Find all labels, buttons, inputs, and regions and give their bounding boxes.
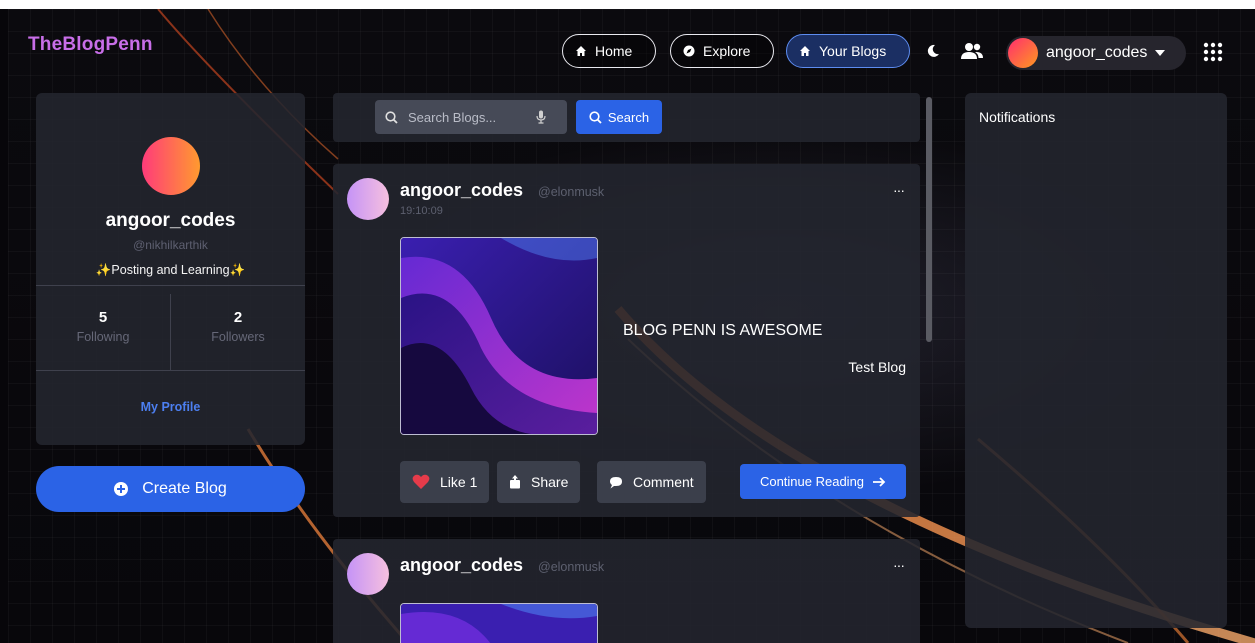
search-input[interactable] xyxy=(406,108,528,126)
profile-avatar xyxy=(142,137,200,195)
like-button[interactable]: Like 1 xyxy=(400,461,490,503)
post-subtitle: Test Blog xyxy=(848,359,906,375)
arrow-right-icon xyxy=(873,476,886,487)
more-options-icon[interactable]: ··· xyxy=(893,182,905,198)
profile-card: angoor_codes @nikhilkarthik ✨Posting and… xyxy=(36,93,305,445)
author-handle: @elonmusk xyxy=(538,185,605,199)
nav-explore-button[interactable]: Explore xyxy=(670,34,774,68)
nav-home-label: Home xyxy=(595,43,633,59)
profile-handle: @nikhilkarthik xyxy=(133,238,208,252)
search-icon xyxy=(385,110,398,124)
app-frame: TheBlogPenn Home Explore Your Blogs ango… xyxy=(8,9,1255,643)
user-menu-button[interactable]: angoor_codes xyxy=(1006,36,1186,70)
create-blog-button[interactable]: Create Blog xyxy=(36,466,305,512)
abstract-wave-image xyxy=(401,238,597,434)
search-button[interactable]: Search xyxy=(576,100,662,134)
like-label: Like 1 xyxy=(440,474,478,490)
share-label: Share xyxy=(531,474,569,490)
followers-stat[interactable]: 2 Followers xyxy=(171,309,305,344)
home-icon xyxy=(800,46,810,56)
post-image[interactable] xyxy=(400,603,598,643)
author-handle: @elonmusk xyxy=(538,560,605,574)
nav-explore-label: Explore xyxy=(703,43,751,59)
blog-post-card: angoor_codes @elonmusk 19:10:09 ··· BLOG… xyxy=(333,164,920,517)
compass-icon xyxy=(683,45,695,57)
post-time: 19:10:09 xyxy=(400,205,443,217)
caret-down-icon xyxy=(1155,50,1166,56)
search-button-label: Search xyxy=(607,109,650,125)
followers-label: Followers xyxy=(211,330,265,344)
following-stat[interactable]: 5 Following xyxy=(36,309,170,344)
comment-label: Comment xyxy=(633,474,694,490)
heart-icon xyxy=(412,474,430,489)
create-blog-label: Create Blog xyxy=(142,480,227,497)
share-button[interactable]: Share xyxy=(497,461,581,503)
author-avatar[interactable] xyxy=(347,553,389,595)
nav-your-blogs-button[interactable]: Your Blogs xyxy=(786,34,910,68)
blog-post-card: angoor_codes @elonmusk ··· xyxy=(333,539,920,643)
browser-top-strip xyxy=(0,0,1255,9)
profile-bio: ✨Posting and Learning✨ xyxy=(95,263,246,277)
more-options-icon[interactable]: ··· xyxy=(893,557,905,573)
search-bar: Search xyxy=(333,93,920,142)
divider xyxy=(36,370,305,371)
apps-grid-icon[interactable] xyxy=(1203,42,1223,62)
nav-your-blogs-label: Your Blogs xyxy=(819,43,887,59)
avatar xyxy=(1008,38,1038,68)
moon-icon[interactable] xyxy=(926,44,940,58)
author-name[interactable]: angoor_codes xyxy=(400,180,523,201)
user-menu-username: angoor_codes xyxy=(1046,44,1148,61)
notifications-title: Notifications xyxy=(979,109,1056,125)
share-icon xyxy=(510,475,520,489)
comment-icon xyxy=(610,476,622,488)
following-label: Following xyxy=(76,330,130,344)
followers-count: 2 xyxy=(233,309,243,326)
app-logo[interactable]: TheBlogPenn xyxy=(28,34,153,56)
comment-button[interactable]: Comment xyxy=(597,461,706,503)
continue-reading-label: Continue Reading xyxy=(759,474,865,489)
continue-reading-button[interactable]: Continue Reading xyxy=(740,464,906,499)
author-avatar[interactable] xyxy=(347,178,389,220)
my-profile-link[interactable]: My Profile xyxy=(36,400,305,414)
search-field[interactable] xyxy=(375,100,567,134)
profile-name: angoor_codes xyxy=(105,210,236,231)
following-count: 5 xyxy=(98,309,108,326)
feed-scrollbar[interactable] xyxy=(926,97,932,342)
notifications-panel: Notifications xyxy=(965,93,1227,628)
abstract-wave-image xyxy=(401,604,597,643)
post-image[interactable] xyxy=(400,237,598,435)
nav-home-button[interactable]: Home xyxy=(562,34,656,68)
microphone-icon[interactable] xyxy=(536,110,546,124)
search-icon xyxy=(589,110,602,124)
plus-circle-icon xyxy=(114,482,129,496)
home-icon xyxy=(576,46,586,56)
post-title: BLOG PENN IS AWESOME xyxy=(623,322,823,339)
author-name[interactable]: angoor_codes xyxy=(400,555,523,576)
friends-icon[interactable] xyxy=(960,42,984,60)
divider xyxy=(36,285,305,286)
